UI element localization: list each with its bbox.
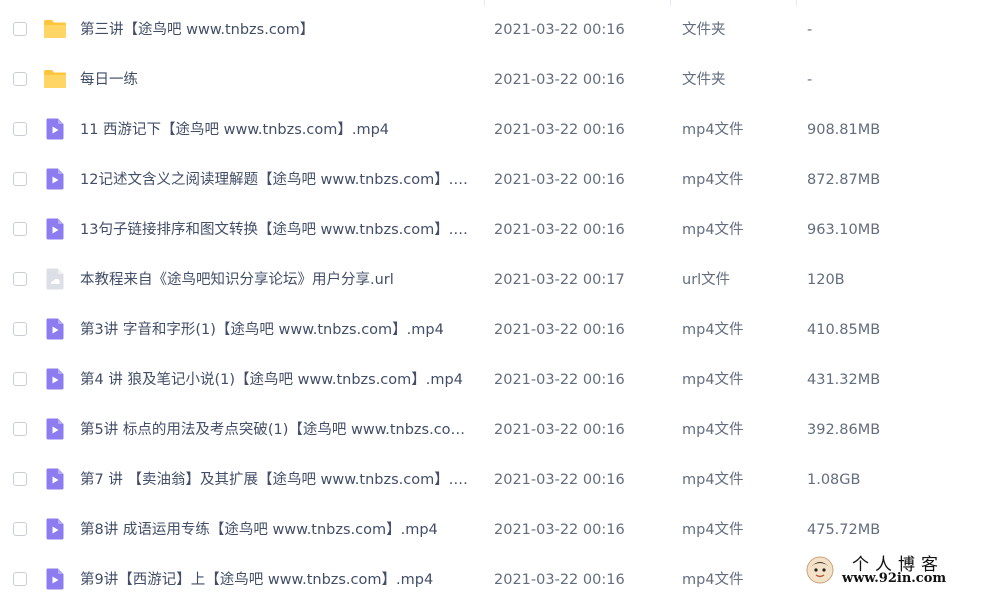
file-name[interactable]: 第9讲【西游记】上【途鸟吧 www.tnbzs.com】.mp4	[80, 555, 476, 605]
file-name[interactable]: 第8讲 成语运用专练【途鸟吧 www.tnbzs.com】.mp4	[80, 505, 476, 555]
file-modified-time: 2021-03-22 00:16	[494, 22, 625, 38]
file-size: 431.32MB	[807, 372, 881, 388]
file-name[interactable]: 每日一练	[80, 55, 476, 105]
file-row[interactable]: 第4 讲 狼及笔记小说(1)【途鸟吧 www.tnbzs.com】.mp4 202…	[0, 355, 992, 405]
video-file-icon	[43, 467, 67, 491]
file-row[interactable]: 本教程来自《途鸟吧知识分享论坛》用户分享.url 2021-03-22 00:17…	[0, 255, 992, 305]
watermark: 个人博客 www.92in.com	[800, 548, 992, 592]
file-modified-time: 2021-03-22 00:16	[494, 322, 625, 338]
file-row[interactable]: 第三讲【途鸟吧 www.tnbzs.com】 2021-03-22 00:16 文件…	[0, 5, 992, 55]
file-size: -	[807, 72, 813, 88]
file-type: mp4文件	[682, 172, 744, 188]
row-checkbox[interactable]	[13, 122, 27, 136]
file-size: 1.08GB	[807, 472, 861, 488]
row-checkbox[interactable]	[13, 322, 27, 336]
file-type: mp4文件	[682, 472, 744, 488]
watermark-url: www.92in.com	[842, 571, 947, 586]
row-checkbox[interactable]	[13, 472, 27, 486]
file-size: 410.85MB	[807, 322, 881, 338]
file-type: mp4文件	[682, 322, 744, 338]
row-checkbox[interactable]	[13, 522, 27, 536]
file-modified-time: 2021-03-22 00:16	[494, 372, 625, 388]
file-row[interactable]: 第5讲 标点的用法及考点突破(1)【途鸟吧 www.tnbzs.com】.mp4…	[0, 405, 992, 455]
file-name[interactable]: 第7 讲 【卖油翁】及其扩展【途鸟吧 www.tnbzs.com】.mp4	[80, 455, 476, 505]
file-row[interactable]: 第3讲 字音和字形(1)【途鸟吧 www.tnbzs.com】.mp4 2021-…	[0, 305, 992, 355]
row-checkbox[interactable]	[13, 372, 27, 386]
row-checkbox[interactable]	[13, 222, 27, 236]
file-modified-time: 2021-03-22 00:16	[494, 422, 625, 438]
file-type: mp4文件	[682, 522, 744, 538]
file-row[interactable]: 第7 讲 【卖油翁】及其扩展【途鸟吧 www.tnbzs.com】.mp4 202…	[0, 455, 992, 505]
file-type: 文件夹	[682, 22, 726, 38]
file-name[interactable]: 第三讲【途鸟吧 www.tnbzs.com】	[80, 5, 476, 55]
watermark-avatar-icon	[806, 556, 834, 584]
file-row[interactable]: 12记述文含义之阅读理解题【途鸟吧 www.tnbzs.com】.mp4 2021…	[0, 155, 992, 205]
video-file-icon	[43, 117, 67, 141]
file-size: 392.86MB	[807, 422, 881, 438]
file-type: 文件夹	[682, 72, 726, 88]
file-type: url文件	[682, 272, 731, 288]
file-type: mp4文件	[682, 422, 744, 438]
file-size: -	[807, 22, 813, 38]
row-checkbox[interactable]	[13, 172, 27, 186]
file-size: 872.87MB	[807, 172, 881, 188]
row-checkbox[interactable]	[13, 272, 27, 286]
file-name[interactable]: 13句子链接排序和图文转换【途鸟吧 www.tnbzs.com】.mp4	[80, 205, 476, 255]
file-modified-time: 2021-03-22 00:16	[494, 122, 625, 138]
file-type: mp4文件	[682, 222, 744, 238]
file-row[interactable]: 13句子链接排序和图文转换【途鸟吧 www.tnbzs.com】.mp4 2021…	[0, 205, 992, 255]
file-modified-time: 2021-03-22 00:16	[494, 522, 625, 538]
file-name[interactable]: 本教程来自《途鸟吧知识分享论坛》用户分享.url	[80, 255, 476, 305]
file-name[interactable]: 第4 讲 狼及笔记小说(1)【途鸟吧 www.tnbzs.com】.mp4	[80, 355, 476, 405]
file-row[interactable]: 11 西游记下【途鸟吧 www.tnbzs.com】.mp4 2021-03-22…	[0, 105, 992, 155]
folder-icon	[43, 17, 67, 41]
link-file-icon	[43, 267, 67, 291]
video-file-icon	[43, 367, 67, 391]
video-file-icon	[43, 317, 67, 341]
video-file-icon	[43, 217, 67, 241]
video-file-icon	[43, 417, 67, 441]
file-size: 963.10MB	[807, 222, 881, 238]
folder-icon	[43, 67, 67, 91]
file-modified-time: 2021-03-22 00:16	[494, 72, 625, 88]
file-name[interactable]: 11 西游记下【途鸟吧 www.tnbzs.com】.mp4	[80, 105, 476, 155]
row-checkbox[interactable]	[13, 72, 27, 86]
file-size: 120B	[807, 272, 845, 288]
row-checkbox[interactable]	[13, 22, 27, 36]
file-name[interactable]: 第5讲 标点的用法及考点突破(1)【途鸟吧 www.tnbzs.com】.mp4	[80, 405, 476, 455]
row-checkbox[interactable]	[13, 572, 27, 586]
video-file-icon	[43, 567, 67, 591]
file-name[interactable]: 第3讲 字音和字形(1)【途鸟吧 www.tnbzs.com】.mp4	[80, 305, 476, 355]
file-modified-time: 2021-03-22 00:16	[494, 572, 625, 588]
file-type: mp4文件	[682, 372, 744, 388]
file-row[interactable]: 每日一练 2021-03-22 00:16 文件夹 -	[0, 55, 992, 105]
file-modified-time: 2021-03-22 00:17	[494, 272, 625, 288]
video-file-icon	[43, 167, 67, 191]
file-modified-time: 2021-03-22 00:16	[494, 222, 625, 238]
video-file-icon	[43, 517, 67, 541]
file-type: mp4文件	[682, 572, 744, 588]
file-size: 908.81MB	[807, 122, 881, 138]
file-modified-time: 2021-03-22 00:16	[494, 172, 625, 188]
row-checkbox[interactable]	[13, 422, 27, 436]
file-name[interactable]: 12记述文含义之阅读理解题【途鸟吧 www.tnbzs.com】.mp4	[80, 155, 476, 205]
file-modified-time: 2021-03-22 00:16	[494, 472, 625, 488]
file-list: 第三讲【途鸟吧 www.tnbzs.com】 2021-03-22 00:16 文件…	[0, 0, 992, 592]
file-type: mp4文件	[682, 122, 744, 138]
